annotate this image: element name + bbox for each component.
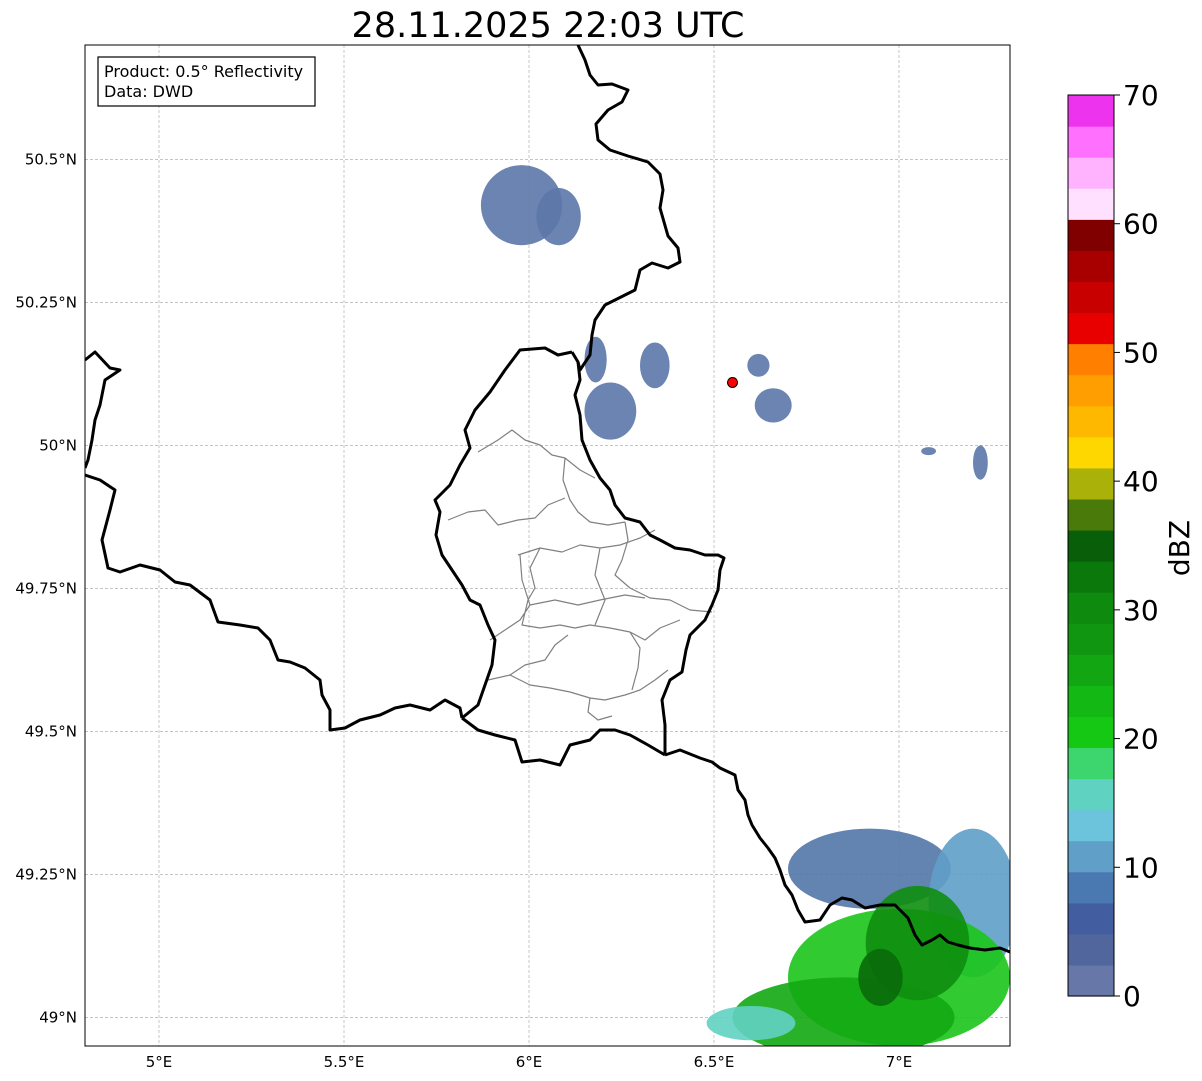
colorbar-segment: [1068, 871, 1114, 904]
x-tick-label: 5°E: [146, 1053, 173, 1071]
radar-figure: 28.11.2025 22:03 UTC 5°E 5.5°E 6°E 6.5°E 7°E…: [15, 6, 1196, 1071]
colorbar-tick-label: 40: [1123, 465, 1159, 498]
colorbar-segment: [1068, 95, 1114, 127]
colorbar-segment: [1068, 188, 1114, 220]
colorbar-segment: [1068, 747, 1114, 780]
colorbar-segment: [1068, 343, 1114, 376]
colorbar-segments: [1068, 95, 1114, 997]
echo-cell: [640, 342, 670, 389]
colorbar-segment: [1068, 219, 1114, 251]
colorbar-segment: [1068, 809, 1114, 842]
colorbar-segment: [1068, 250, 1114, 283]
map-panel: [84, 44, 1011, 1047]
figure-title: 28.11.2025 22:03 UTC: [352, 6, 745, 46]
colorbar-tick-label: 50: [1123, 336, 1159, 369]
colorbar-segment: [1068, 685, 1114, 717]
colorbar-tick-label: 70: [1123, 79, 1159, 112]
colorbar-tick-label: 60: [1123, 208, 1159, 241]
x-tick-label: 7°E: [886, 1053, 913, 1071]
colorbar-segment: [1068, 716, 1114, 749]
colorbar-segment: [1068, 964, 1114, 997]
colorbar-segment: [1068, 561, 1114, 593]
colorbar-segment: [1068, 405, 1114, 438]
echo-cell: [973, 445, 988, 480]
y-tick-label: 49.25°N: [15, 865, 77, 883]
colorbar-tick-label: 30: [1123, 594, 1159, 627]
y-tick-label: 50.5°N: [25, 150, 77, 168]
echo-cell: [921, 447, 936, 456]
colorbar-segment: [1068, 654, 1114, 686]
colorbar-tick-label: 0: [1123, 980, 1141, 1013]
echo-cell: [754, 388, 792, 423]
colorbar-segment: [1068, 126, 1114, 158]
colorbar-segment: [1068, 902, 1114, 935]
colorbar-segment: [1068, 498, 1114, 531]
colorbar-segment: [1068, 592, 1114, 624]
echo-cell: [536, 188, 581, 246]
y-axis-ticks: 49°N 49.25°N 49.5°N 49.75°N 50°N 50.25°N 50.5°…: [15, 150, 77, 1026]
x-tick-label: 6°E: [516, 1053, 543, 1071]
x-tick-label: 5.5°E: [324, 1053, 365, 1071]
colorbar: 0 10 20 30 40 50 60 70 dBZ: [1067, 79, 1196, 1013]
echo-cell: [747, 353, 770, 377]
colorbar-segment: [1068, 623, 1114, 655]
data-source-label: Data: DWD: [104, 82, 193, 101]
colorbar-label: dBZ: [1163, 520, 1196, 576]
colorbar-segment: [1068, 436, 1114, 469]
colorbar-segment: [1068, 778, 1114, 811]
product-label: Product: 0.5° Reflectivity: [104, 62, 303, 81]
echo-cell: [706, 1005, 796, 1041]
colorbar-segment: [1068, 467, 1114, 500]
y-tick-label: 49°N: [39, 1008, 77, 1026]
colorbar-segment: [1068, 281, 1114, 314]
colorbar-segment: [1068, 933, 1114, 966]
colorbar-tick-label: 20: [1123, 723, 1159, 756]
colorbar-segment: [1068, 312, 1114, 345]
y-tick-label: 49.75°N: [15, 579, 77, 597]
colorbar-segment: [1068, 529, 1114, 562]
colorbar-ticks: 0 10 20 30 40 50 60 70: [1114, 79, 1159, 1013]
y-tick-label: 50°N: [39, 436, 77, 454]
colorbar-segment: [1068, 157, 1114, 189]
colorbar-segment: [1068, 840, 1114, 873]
echo-cell: [584, 382, 637, 440]
echo-cell: [858, 948, 903, 1006]
y-tick-label: 50.25°N: [15, 293, 77, 311]
x-axis-ticks: 5°E 5.5°E 6°E 6.5°E 7°E: [146, 1053, 913, 1071]
colorbar-tick-label: 10: [1123, 851, 1159, 884]
y-tick-label: 49.5°N: [25, 722, 77, 740]
radar-site-marker[interactable]: [727, 376, 738, 388]
colorbar-segment: [1068, 374, 1114, 407]
info-box: Product: 0.5° Reflectivity Data: DWD: [97, 56, 316, 107]
x-tick-label: 6.5°E: [694, 1053, 735, 1071]
